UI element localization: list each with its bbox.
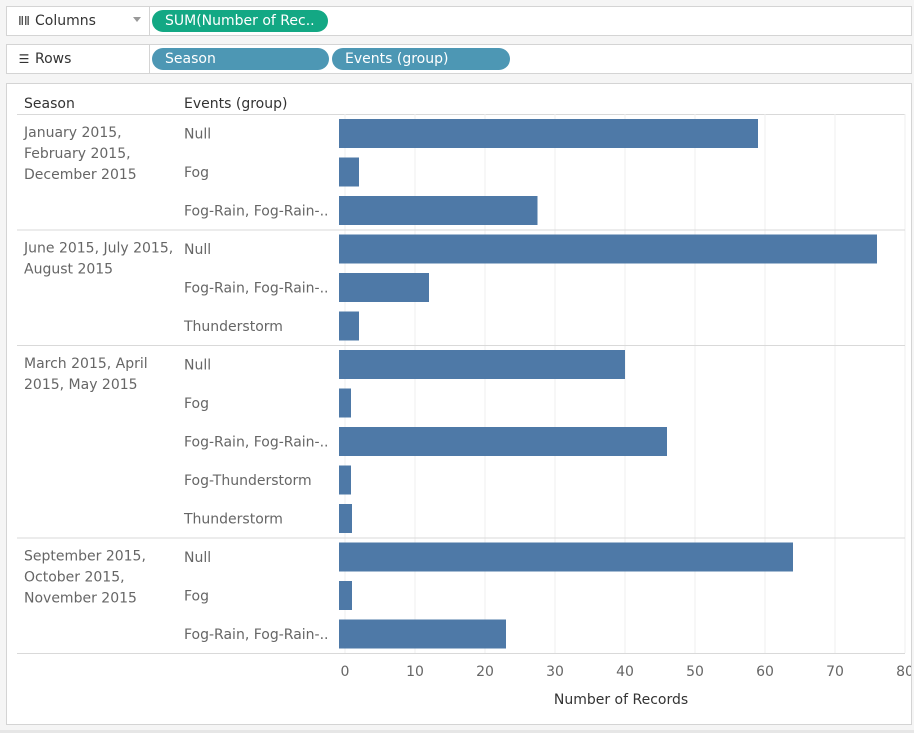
- event-label: Null: [184, 357, 211, 373]
- x-tick-label: 20: [476, 664, 494, 680]
- event-label: Thunderstorm: [183, 319, 283, 335]
- x-tick-label: 60: [756, 664, 774, 680]
- season-label: June 2015, July 2015,: [23, 241, 173, 257]
- event-label: Fog-Rain, Fog-Rain-..: [184, 627, 329, 643]
- bar: [339, 157, 359, 187]
- season-header: Season: [24, 96, 75, 112]
- x-tick-label: 80: [896, 664, 911, 680]
- rows-shelf-label-area[interactable]: ☰ Rows: [7, 45, 150, 73]
- event-label: Fog-Thunderstorm: [184, 473, 312, 489]
- season-label: March 2015, April: [24, 356, 148, 372]
- rows-shelf[interactable]: ☰ Rows Season Events (group): [6, 44, 912, 74]
- season-label: November 2015: [24, 591, 137, 607]
- bar: [339, 504, 352, 533]
- x-tick-label: 40: [616, 664, 634, 680]
- chart-pane: Season Events (group) January 2015, Februar…: [6, 83, 914, 725]
- bar: [339, 619, 506, 649]
- event-label: Fog: [184, 165, 209, 181]
- x-axis-title: Number of Records: [554, 692, 688, 708]
- season-label: September 2015,: [24, 549, 146, 565]
- season-label: October 2015,: [24, 570, 125, 586]
- bar: [339, 311, 359, 341]
- event-label: Null: [184, 550, 211, 566]
- bar: [339, 581, 352, 610]
- event-label: Null: [184, 242, 211, 258]
- x-tick-label: 70: [826, 664, 844, 680]
- columns-pill-sum-records[interactable]: SUM(Number of Rec..: [152, 10, 328, 32]
- bar-chart: Season Events (group) January 2015, Februar…: [17, 96, 914, 708]
- event-label: Fog-Rain, Fog-Rain-..: [184, 203, 329, 219]
- bar: [339, 234, 877, 264]
- season-label: 2015, May 2015: [24, 377, 138, 393]
- x-tick-label: 30: [546, 664, 564, 680]
- bar: [339, 119, 758, 148]
- chevron-down-icon[interactable]: [133, 17, 141, 22]
- season-label: February 2015,: [24, 146, 131, 162]
- rows-pill-events-group[interactable]: Events (group): [332, 48, 510, 70]
- event-label: Null: [184, 126, 211, 142]
- x-tick-label: 0: [341, 664, 350, 680]
- row-list-icon: ☰: [18, 52, 30, 66]
- x-tick-label: 10: [406, 664, 424, 680]
- bar: [339, 350, 625, 379]
- season-label: December 2015: [24, 167, 137, 183]
- column-bars-icon: ⅡⅡ: [18, 14, 30, 28]
- rows-shelf-label: Rows: [35, 51, 72, 67]
- event-label: Thunderstorm: [183, 511, 283, 527]
- columns-shelf-label-area[interactable]: ⅡⅡ Columns: [7, 7, 150, 35]
- x-tick-label: 50: [686, 664, 704, 680]
- event-label: Fog-Rain, Fog-Rain-..: [184, 434, 329, 450]
- bar: [339, 542, 793, 572]
- bar: [339, 465, 351, 495]
- events-header: Events (group): [184, 96, 287, 112]
- event-label: Fog: [184, 588, 209, 604]
- bar: [339, 273, 429, 302]
- columns-shelf-label: Columns: [35, 13, 96, 29]
- event-label: Fog: [184, 396, 209, 412]
- bar: [339, 196, 538, 225]
- columns-shelf[interactable]: ⅡⅡ Columns SUM(Number of Rec..: [6, 6, 912, 36]
- bar: [339, 427, 667, 456]
- season-label: August 2015: [24, 262, 113, 278]
- bar: [339, 388, 351, 418]
- rows-pill-season[interactable]: Season: [152, 48, 329, 70]
- event-label: Fog-Rain, Fog-Rain-..: [184, 280, 329, 296]
- season-label: January 2015,: [23, 125, 122, 141]
